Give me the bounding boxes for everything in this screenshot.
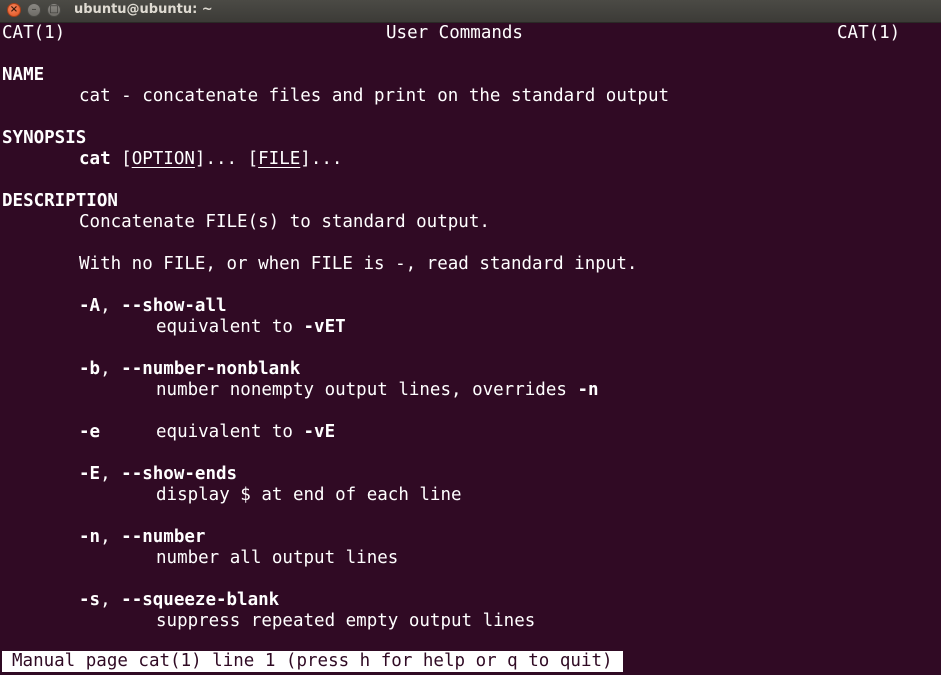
option-heading: -n, --number [2,527,939,548]
section-heading-synopsis: SYNOPSIS [2,128,87,148]
close-window-button[interactable]: × [7,3,21,17]
description-line: With no FILE, or when FILE is -, read st… [79,254,638,274]
window-title: ubuntu@ubuntu: ~ [74,2,213,17]
name-text: cat - concatenate files and print on the… [79,86,670,106]
man-header-left: CAT(1) [2,23,66,43]
pager-status-text: Manual page cat(1) line 1 (press h for h… [2,651,623,672]
option-heading: -A, --show-all [2,296,939,317]
option-sep: , [100,527,122,547]
man-header-center: User Commands [386,23,523,43]
minimize-window-button[interactable]: – [27,3,41,17]
man-header-right: CAT(1) [837,23,901,43]
section-heading-name: NAME [2,65,45,85]
option-description: number nonempty output lines, overrides … [2,380,939,401]
close-icon: × [9,4,19,15]
synopsis-text: ]... [ [194,149,259,169]
option-description: equivalent to -vET [2,317,939,338]
option-flag: -A [79,296,101,316]
option-desc-text: equivalent to [156,422,304,442]
man-header: CAT(1) User Commands CAT(1) [2,23,939,44]
option-description: suppress repeated empty output lines [156,611,536,631]
section-heading-description: DESCRIPTION [2,191,118,211]
option-sep: , [100,590,122,610]
option-heading: -b, --number-nonblank [2,359,939,380]
option-sep: , [100,464,122,484]
synopsis-option: OPTION [131,149,195,169]
option-desc-text: equivalent to [156,317,304,337]
option-flag: -E [79,464,101,484]
option-desc-text: number nonempty output lines, overrides [156,380,578,400]
synopsis-file: FILE [258,149,301,169]
option-description: number all output lines [156,548,399,568]
synopsis-text: [ [110,149,132,169]
option-heading: -E, --show-ends [2,464,939,485]
option-heading: -s, --squeeze-blank [2,590,939,611]
option-long: --squeeze-blank [121,590,280,610]
pager-status-bar: Manual page cat(1) line 1 (press h for h… [2,651,623,672]
minimize-icon: – [31,4,37,15]
option-long: --number-nonblank [121,359,301,379]
option-desc-flag: -vE [303,422,336,442]
option-desc-flag: -n [577,380,599,400]
option-long: --show-all [121,296,227,316]
synopsis-line: cat [OPTION]... [FILE]... [2,149,939,170]
maximize-icon: □ [49,4,59,15]
option-sep: , [100,296,122,316]
option-long: --number [121,527,206,547]
terminal-area[interactable]: CAT(1) User Commands CAT(1) NAME cat - c… [2,23,939,675]
option-flag: -s [79,590,101,610]
option-sep: , [100,359,122,379]
option-long: --show-ends [121,464,238,484]
option-flag: -n [79,527,101,547]
option-heading: -e equivalent to -vE [2,422,939,443]
option-desc-flag: -vET [303,317,346,337]
option-flag: -b [79,359,101,379]
option-description: display $ at end of each line [156,485,462,505]
window-titlebar[interactable]: × – □ ubuntu@ubuntu: ~ [0,0,941,23]
option-flag: -e [79,422,101,442]
description-line: Concatenate FILE(s) to standard output. [79,212,490,232]
maximize-window-button[interactable]: □ [47,3,61,17]
synopsis-text: ]... [300,149,343,169]
synopsis-command: cat [79,149,111,169]
